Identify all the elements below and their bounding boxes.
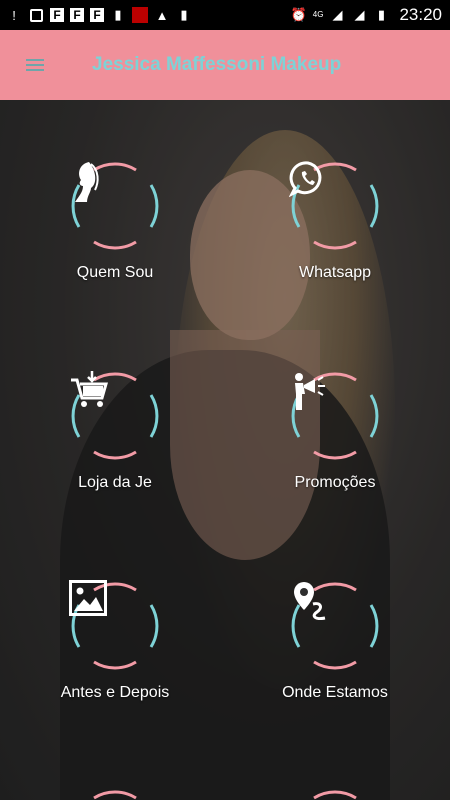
tile-whatsapp[interactable]: Whatsapp (255, 160, 415, 300)
notification-icons: ! F F F ▮ ▲ ▮ (6, 7, 192, 23)
battery-icon: ▮ (377, 7, 386, 22)
app-bar: Jessica Maffessoni Makeup (0, 30, 450, 100)
tile-antes-e-depois[interactable]: Antes e Depois (35, 580, 195, 720)
alarm-icon: ⏰ (290, 7, 307, 22)
sd-card-icon: ▮ (114, 7, 122, 22)
woman-profile-icon (75, 162, 99, 202)
map-pin-icon (294, 582, 326, 620)
tile-quem-sou[interactable]: Quem Sou (35, 160, 195, 300)
partial-tile (69, 788, 161, 800)
sd-card-icon: ▮ (180, 7, 188, 22)
tile-promocoes[interactable]: Promoções (255, 370, 415, 510)
hamburger-icon (26, 56, 44, 74)
shopping-cart-icon (71, 371, 108, 407)
tile-ring (69, 580, 161, 672)
tile-ring (289, 370, 381, 462)
tile-label: Whatsapp (298, 264, 372, 281)
alert-icon: ! (12, 7, 16, 23)
tile-ring (289, 160, 381, 252)
tile-label: Promoções (294, 474, 376, 491)
megaphone-icon (295, 373, 325, 410)
network-type: 4G (312, 10, 324, 19)
tile-ring (289, 580, 381, 672)
news-icon (132, 7, 148, 23)
tile-ring (69, 160, 161, 252)
flipboard-icon: F (70, 8, 84, 22)
warning-icon: ▲ (155, 7, 169, 23)
tile-label: Loja da Je (78, 474, 152, 491)
tile-label: Quem Sou (76, 264, 154, 281)
system-icons: ⏰ 4G ◢ ◢ ▮ 23:20 (291, 5, 442, 25)
tile-label: Onde Estamos (282, 684, 388, 701)
tile-ring (69, 370, 161, 462)
flipboard-icon: F (90, 8, 104, 22)
tile-label: Antes e Depois (60, 684, 170, 701)
instagram-icon (28, 7, 44, 23)
app-title: Jessica Maffessoni Makeup (92, 54, 342, 75)
tile-loja-da-je[interactable]: Loja da Je (35, 370, 195, 510)
whatsapp-icon (289, 161, 322, 198)
image-icon (69, 580, 107, 616)
signal-icon: ◢ (332, 7, 343, 22)
clock: 23:20 (399, 5, 442, 24)
menu-button[interactable] (0, 30, 70, 100)
tile-onde-estamos[interactable]: Onde Estamos (255, 580, 415, 720)
partial-tile (289, 788, 381, 800)
status-bar: ! F F F ▮ ▲ ▮ ⏰ 4G ◢ ◢ ▮ 23:20 (0, 0, 450, 30)
flipboard-icon: F (50, 8, 64, 22)
signal-icon: ◢ (354, 7, 365, 22)
